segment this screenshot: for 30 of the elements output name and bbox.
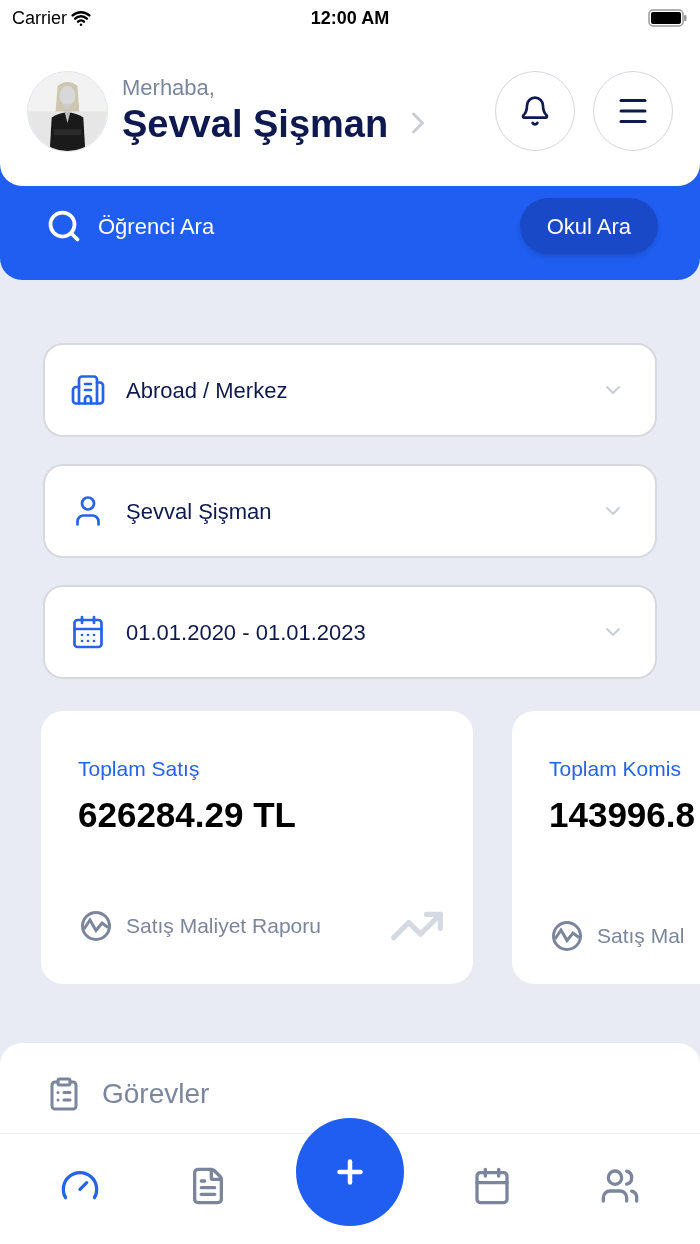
calendar-icon: [70, 614, 106, 650]
stat-card[interactable]: Toplam Komis 143996.8 Satış Mal: [512, 711, 700, 984]
chart-circle-icon: [549, 918, 585, 954]
select-value: Şevval Şişman: [126, 497, 272, 526]
dropdown-select[interactable]: Abroad / Merkez: [43, 343, 657, 437]
dropdown-select[interactable]: Şevval Şişman: [43, 464, 657, 558]
school-search-button[interactable]: Okul Ara: [519, 198, 658, 254]
report-link[interactable]: Satış Maliyet Raporu: [126, 910, 321, 942]
chart-circle-icon: [78, 908, 114, 944]
stat-card[interactable]: Toplam Satış 626284.29 TL Satış Maliyet Raporu: [41, 711, 473, 984]
bell-icon: [519, 95, 551, 127]
card-value: 143996.8: [549, 793, 696, 836]
card-title: Toplam Satış: [78, 756, 201, 782]
user-name[interactable]: Şevval Şişman: [122, 101, 389, 149]
clock: 12:00 AM: [310, 6, 390, 30]
select-value: 01.01.2020 - 01.01.2023: [126, 618, 366, 647]
carrier-label: Carrier: [12, 6, 67, 30]
search-icon: [46, 208, 82, 244]
building-icon: [70, 372, 106, 408]
search-field[interactable]: Öğrenci Ara: [98, 209, 520, 243]
menu-button[interactable]: [593, 71, 673, 151]
dropdown-select[interactable]: 01.01.2020 - 01.01.2023: [43, 585, 657, 679]
report-link[interactable]: Satış Mal: [597, 920, 685, 952]
card-title: Toplam Komis: [549, 756, 682, 782]
battery-icon: [648, 9, 688, 27]
card-value: 626284.29 TL: [78, 793, 297, 836]
tasks-title: Görevler: [102, 1077, 210, 1111]
select-value: Abroad / Merkez: [126, 376, 288, 405]
wifi-icon: [71, 8, 91, 28]
greeting: Merhaba,: [122, 73, 216, 101]
